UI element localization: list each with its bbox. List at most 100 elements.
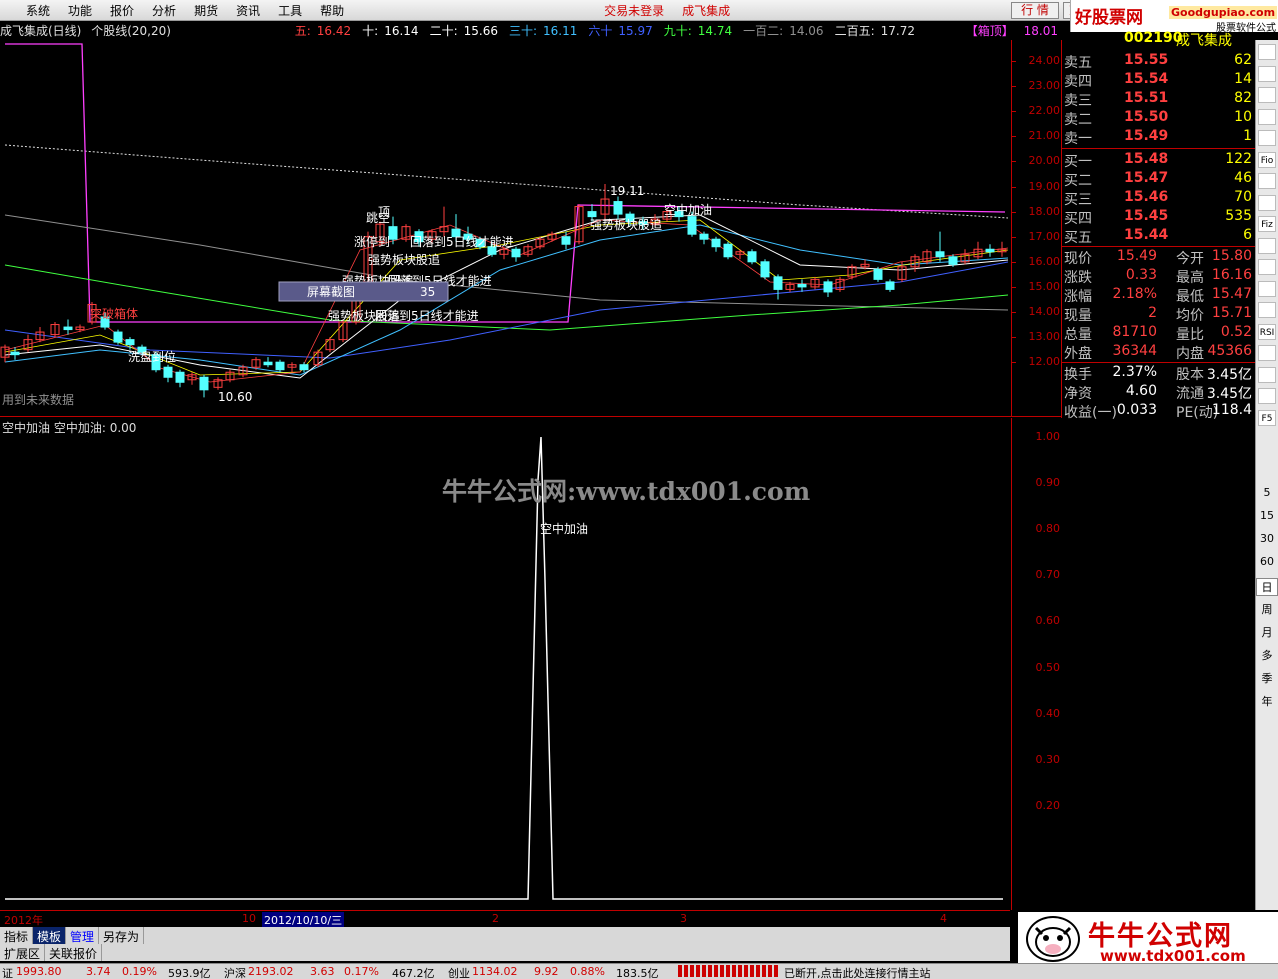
connection-message[interactable]: 已断开,点击此处连接行情主站 xyxy=(784,965,931,979)
price-tick: 21.00 xyxy=(1028,129,1061,143)
stat-value: 0.33 xyxy=(1125,267,1157,283)
sell-level: 卖五 15.55 62 xyxy=(1064,52,1254,71)
quote-price: 15.48 xyxy=(1124,151,1169,167)
toolbar-button-icon[interactable] xyxy=(1258,237,1276,254)
quote-label: 卖一 xyxy=(1064,131,1092,147)
period-button[interactable]: 多 xyxy=(1256,647,1278,663)
menu-futures[interactable]: 期货 xyxy=(185,2,227,19)
menu-tools[interactable]: 工具 xyxy=(269,2,311,19)
menu-quote[interactable]: 报价 xyxy=(101,2,143,19)
period-button[interactable]: 季 xyxy=(1256,670,1278,686)
buy-level: 买四 15.45 535 xyxy=(1064,208,1254,227)
quote-price: 15.44 xyxy=(1124,227,1169,243)
tab-indicator[interactable]: 指标 xyxy=(0,927,34,944)
sz-index-change: 3.63 xyxy=(310,965,335,978)
tab-extension[interactable]: 扩展区 xyxy=(0,944,46,961)
toolbar-button-icon[interactable] xyxy=(1258,259,1276,275)
candle-body xyxy=(511,248,521,258)
menu-help[interactable]: 帮助 xyxy=(311,2,353,19)
toolbar-button-icon[interactable] xyxy=(1258,194,1276,211)
toolbar-button-icon[interactable]: Fio xyxy=(1258,151,1276,168)
tab-related-quote[interactable]: 关联报价 xyxy=(45,944,103,961)
quote-stat: 涨跌 0.33 最高 16.16 xyxy=(1064,267,1254,286)
indicator-tabs: 指标 模板 管理 另存为 xyxy=(0,927,1010,944)
quote-label: 买四 xyxy=(1064,211,1092,227)
quote-price: 15.55 xyxy=(1124,52,1169,68)
candle-body xyxy=(873,268,883,280)
ma120-line xyxy=(4,214,1009,311)
quote-button[interactable]: 行 情 xyxy=(1011,2,1059,19)
toolbar-button-icon[interactable] xyxy=(1258,302,1276,318)
toolbar-button-icon[interactable] xyxy=(1258,280,1276,297)
period-button[interactable]: 15 xyxy=(1256,509,1278,522)
toolbar-button-icon[interactable] xyxy=(1258,87,1276,103)
login-status[interactable]: 交易未登录 xyxy=(595,2,673,19)
candle-body xyxy=(263,361,273,366)
quote-stat: 净资 4.60 流通 3.45亿 xyxy=(1064,383,1254,402)
stat-value: 15.71 xyxy=(1211,305,1252,321)
period-button[interactable]: 5 xyxy=(1256,486,1278,499)
quote-panel: 002190 成飞集成 卖五 15.55 62 卖四 15.54 14 卖三 15.51 82 卖二 1… xyxy=(1061,30,1256,421)
period-button[interactable]: 30 xyxy=(1256,532,1278,545)
period-button[interactable]: 月 xyxy=(1256,624,1278,640)
tick-mark xyxy=(1012,236,1016,238)
toolbar-button-icon[interactable]: F5 xyxy=(1258,409,1276,426)
toolbar-button-icon[interactable] xyxy=(1258,44,1276,60)
tab-manage[interactable]: 管理 xyxy=(66,927,100,944)
menu-analysis[interactable]: 分析 xyxy=(143,2,185,19)
tick-mark xyxy=(1012,312,1016,313)
pane-divider[interactable] xyxy=(0,416,1061,417)
sell-level: 卖四 15.54 14 xyxy=(1064,71,1254,90)
tab-save-as[interactable]: 另存为 xyxy=(99,927,145,944)
chart-annotation: 回落到5日线才能进 xyxy=(410,235,514,249)
stat-value: 15.49 xyxy=(1116,248,1157,264)
stat-value: 3.45亿 xyxy=(1206,367,1252,383)
tick-mark xyxy=(1012,86,1016,88)
toolbar-button-icon[interactable] xyxy=(1258,65,1276,82)
toolbar-button-icon[interactable]: Fiz xyxy=(1258,216,1276,232)
toolbar-button-icon[interactable] xyxy=(1258,366,1276,383)
chart-annotation: 用到未来数据 xyxy=(2,392,74,407)
chart-annotation: 10.60 xyxy=(218,390,252,404)
toolbar-button-icon[interactable] xyxy=(1258,130,1276,146)
period-button[interactable]: 60 xyxy=(1256,555,1278,568)
sell-level: 卖一 15.49 1 xyxy=(1064,128,1254,147)
quote-stat: 收益(一) 0.033 PE(动) 118.4 xyxy=(1064,402,1254,421)
chart-title-bar: 成飞集成(日线) 个股线(20,20) 五: 16.42 十: 16.14 二十: 15.… xyxy=(0,22,1058,40)
toolbar-button-icon[interactable] xyxy=(1258,173,1276,189)
quote-price: 15.50 xyxy=(1124,109,1169,125)
candle-body xyxy=(935,251,945,258)
indicator-tick: 1.00 xyxy=(1035,430,1061,443)
ma-legend-item: 一百二: 14.06 xyxy=(743,24,829,38)
toolbar-button-icon[interactable] xyxy=(1258,388,1276,404)
candle-body xyxy=(388,226,398,240)
period-button[interactable]: 年 xyxy=(1256,693,1278,709)
price-tick: 19.00 xyxy=(1028,179,1061,193)
stat-label: 换手 xyxy=(1064,367,1092,383)
chart-annotation: 涨停到 xyxy=(354,234,390,249)
ma-legend-item: 三十: 16.11 xyxy=(509,24,583,38)
menu-function[interactable]: 功能 xyxy=(59,2,101,19)
quote-label: 买三 xyxy=(1064,192,1092,208)
quote-price: 15.51 xyxy=(1124,90,1169,106)
menu-system[interactable]: 系统 xyxy=(0,2,59,19)
kline-chart[interactable]: 突破箱体洗盘到位用到未来数据 10.60跳空顶涨停到 回落到5日线才能进强势板块股追… xyxy=(0,40,1010,416)
stat-value: 2 xyxy=(1148,305,1157,321)
tick-mark xyxy=(1012,261,1016,263)
ma60-line xyxy=(4,261,1009,359)
stock-name: 成飞集成 xyxy=(682,3,731,18)
period-button[interactable]: 日 xyxy=(1256,578,1278,596)
sz-index-label: 沪深 xyxy=(224,967,246,979)
toolbar-button-icon[interactable] xyxy=(1258,108,1276,125)
toolbar-button-icon[interactable]: RSI xyxy=(1258,323,1276,340)
toolbar-button-icon[interactable] xyxy=(1258,345,1276,361)
tab-template[interactable]: 模板 xyxy=(33,927,67,944)
menu-news[interactable]: 资讯 xyxy=(227,2,269,19)
period-button[interactable]: 周 xyxy=(1256,601,1278,617)
cy-index-change: 9.92 xyxy=(534,965,559,978)
price-axis: 24.00 23.00 22.00 21.00 20.00 19.00 18.00 17.00… xyxy=(1011,40,1061,416)
price-tick: 18.00 xyxy=(1028,204,1061,218)
price-tick: 24.00 xyxy=(1028,54,1061,67)
sh-index-pct: 0.19% xyxy=(122,965,157,978)
ma-value: 16.11 xyxy=(543,24,578,38)
